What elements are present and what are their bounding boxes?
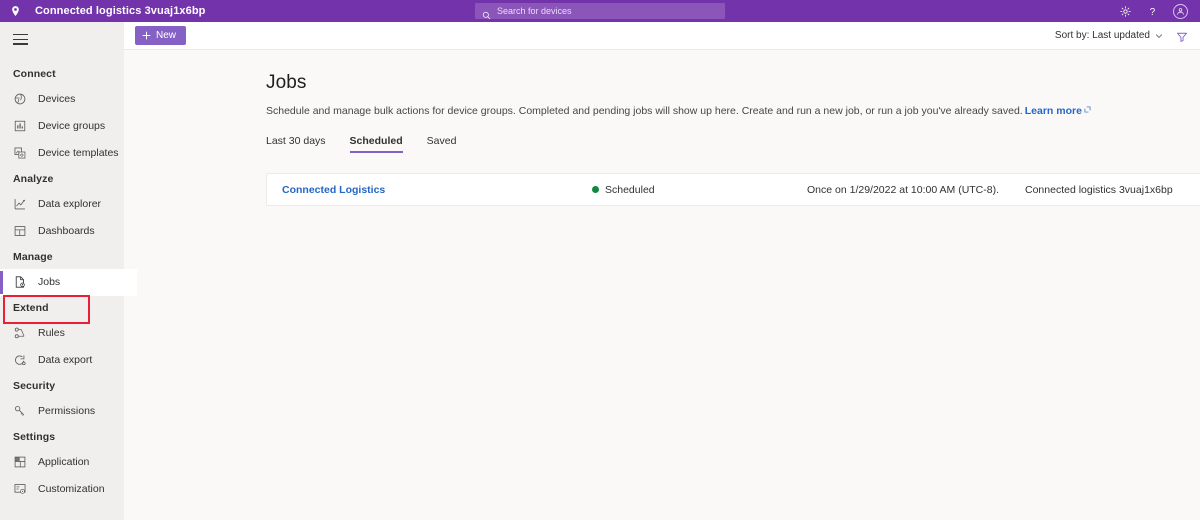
sidebar-item-permissions[interactable]: Permissions [0,398,124,425]
sidebar-item-label: Application [38,456,90,469]
page-title: Jobs [266,72,307,93]
sidebar-item-data-export[interactable]: Data export [0,347,124,374]
body: Connect Devices Device groups Device tem… [0,22,1200,520]
job-application: Connected logistics 3vuaj1x6bp [1025,183,1173,196]
sidebar-item-label: Device templates [38,147,119,160]
sidebar-item-label: Devices [38,93,76,106]
search-icon [482,7,491,19]
sidebar-item-label: Device groups [38,120,106,133]
filter-funnel-icon[interactable] [1176,30,1188,42]
sidebar-section-security: Security [13,379,56,392]
job-name-link[interactable]: Connected Logistics [267,184,592,196]
page-content: Jobs Schedule and manage bulk actions fo… [124,50,1200,207]
sidebar-item-customization[interactable]: Customization [0,476,124,503]
dashboards-icon [13,224,27,238]
device-templates-icon [13,146,27,160]
table-row[interactable]: Connected Logistics Scheduled Once on 1/… [266,173,1200,207]
help-icon[interactable]: ? [1146,5,1159,18]
search-input[interactable] [497,6,697,16]
tab-scheduled[interactable]: Scheduled [349,135,403,154]
sidebar-item-label: Data export [38,354,93,367]
sidebar-item-jobs[interactable]: Jobs [0,268,137,296]
new-job-button[interactable]: New [135,26,187,45]
sidebar-item-data-explorer[interactable]: Data explorer [0,191,124,218]
status-label: Scheduled [605,183,655,196]
sort-by-label: Sort by: Last updated [1054,30,1150,41]
sidebar-section-analyze: Analyze [13,172,54,185]
command-bar-right: Sort by: Last updated [1055,30,1188,42]
sidebar-item-rules[interactable]: Rules [0,320,124,347]
status-badge: Scheduled [592,184,807,196]
location-pin-icon [9,5,22,18]
command-bar: New Sort by: Last updated [124,22,1200,50]
application-icon [13,455,27,469]
customization-icon [13,482,27,496]
data-explorer-icon [13,197,27,211]
sidebar-item-dashboards[interactable]: Dashboards [0,218,124,245]
sidebar-item-label: Rules [38,327,65,340]
new-job-label: New [156,30,177,41]
svg-text:?: ? [1150,6,1156,17]
tab-last-30-days[interactable]: Last 30 days [266,135,326,153]
tab-saved[interactable]: Saved [427,135,457,153]
plus-icon [142,31,151,40]
sidebar-item-device-templates[interactable]: Device templates [0,140,124,167]
sidebar: Connect Devices Device groups Device tem… [0,22,137,520]
sidebar-section-manage: Manage [13,250,53,263]
rules-icon [13,326,27,340]
search-box[interactable] [475,3,725,19]
sidebar-section-connect: Connect [13,67,56,80]
data-export-icon [13,353,27,367]
sidebar-item-application[interactable]: Application [0,449,124,476]
permissions-key-icon [13,404,27,418]
sidebar-item-label: Jobs [38,276,61,289]
sidebar-item-label: Data explorer [38,198,102,211]
header-actions: ? [1119,3,1200,19]
job-schedule: Once on 1/29/2022 at 10:00 AM (UTC-8). [807,183,1000,196]
jobs-icon [13,275,27,289]
hamburger-menu-icon[interactable] [0,26,40,62]
sidebar-section-settings: Settings [13,430,56,443]
app-root: Connected logistics 3vuaj1x6bp ? [0,0,1200,520]
sidebar-item-devices[interactable]: Devices [0,86,124,113]
sidebar-item-device-groups[interactable]: Device groups [0,113,124,140]
external-link-icon [1084,103,1091,113]
main-content: New Sort by: Last updated Jobs Schedule … [124,22,1200,520]
sidebar-item-label: Customization [38,483,105,496]
learn-more-link[interactable]: Learn more [1025,105,1082,117]
sort-by-dropdown[interactable]: Sort by: Last updated [1055,30,1163,41]
account-avatar-icon[interactable] [1173,3,1188,19]
top-header: Connected logistics 3vuaj1x6bp ? [0,0,1200,22]
device-groups-icon [13,119,27,133]
brand: Connected logistics 3vuaj1x6bp [0,5,206,18]
sidebar-section-extend: Extend [13,301,49,314]
page-description: Schedule and manage bulk actions for dev… [266,103,1200,118]
sidebar-item-label: Dashboards [38,225,95,238]
app-title: Connected logistics 3vuaj1x6bp [35,5,206,17]
jobs-tabs: Last 30 days Scheduled Saved [266,135,1200,154]
chevron-down-icon [1155,32,1163,40]
sidebar-item-label: Permissions [38,405,96,418]
jobs-list: Connected Logistics Scheduled Once on 1/… [266,173,1200,207]
settings-gear-icon[interactable] [1119,5,1132,18]
status-dot-icon [592,186,599,194]
page-description-text: Schedule and manage bulk actions for dev… [266,105,1023,117]
devices-icon [13,92,27,106]
